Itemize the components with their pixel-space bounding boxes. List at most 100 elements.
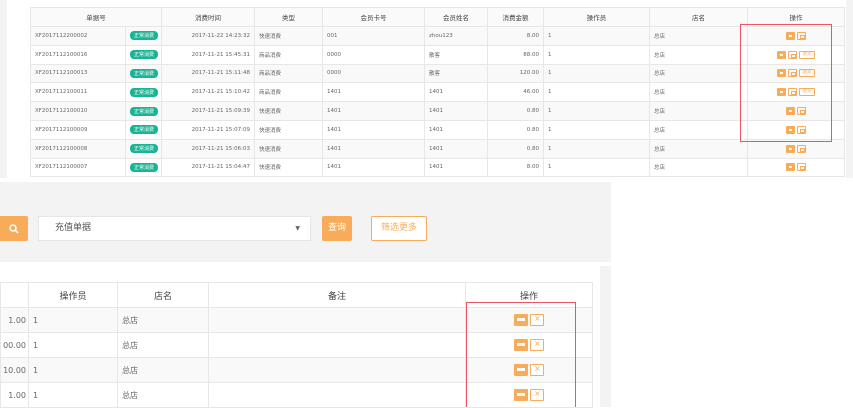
store-name: 总店 [649,82,748,103]
consume-type: 商品消费 [254,44,323,65]
status-badge: 正常消费 [130,144,159,154]
col-header-store: 店名 [117,282,209,308]
member-name: zhou123 [424,26,488,46]
consume-time: 2017-11-21 15:07:09 [161,119,255,140]
consume-type: 快速消费 [254,138,323,159]
amount-partial: 1.00 [0,307,29,333]
print-icon[interactable] [514,389,528,401]
print-icon[interactable] [514,314,528,326]
store-name: 总店 [649,138,748,159]
action-cell [747,138,845,159]
store-name: 总店 [117,357,209,383]
remark [208,332,466,358]
member-card: 1401 [322,101,425,121]
member-name: 1401 [424,82,488,103]
col-header-store: 店名 [649,7,748,27]
print-icon[interactable] [514,364,528,376]
member-name: 1401 [424,119,488,140]
member-card: 0000 [322,44,425,65]
table-row: XF2017112100016 正常消费 2017-11-21 15:45:31 商品… [30,44,845,65]
refund-button[interactable]: 退货 [799,88,815,97]
store-name: 总店 [649,119,748,140]
cancel-calendar-icon[interactable] [530,389,544,401]
search-button[interactable] [0,216,28,241]
cancel-calendar-icon[interactable] [530,364,544,376]
calendar-icon[interactable] [788,88,797,97]
filter-panel: 充值单据 ▼ 查询 筛选更多 [0,182,611,262]
status-badge: 正常消费 [130,162,159,172]
action-cell: 退货 [747,44,845,65]
status-badge: 正常消费 [130,87,159,97]
table-row: XF2017112100008 正常消费 2017-11-21 15:06:03 快速… [30,138,845,159]
bill-type-select-value: 充值单据 [55,223,92,233]
member-name: 散客 [424,63,488,84]
table-row: 1.00 1 总店 [0,307,593,333]
calendar-icon[interactable] [788,69,797,78]
cancel-calendar-icon[interactable] [530,339,544,351]
recharge-list-card: 操作员 店名 备注 操作 1.001总店00.001总店10.001总店1.00… [0,266,600,408]
amount: 0.80 [487,101,544,121]
bill-id: XF2017112100013 [30,63,126,84]
query-button[interactable]: 查询 [322,216,352,241]
status-badge: 正常消费 [130,31,159,41]
col-header-action: 操作 [747,7,845,27]
operator: 1 [28,382,118,408]
operator: 1 [543,63,650,84]
print-icon[interactable] [786,144,795,153]
print-icon[interactable] [786,107,795,116]
store-name: 总店 [117,332,209,358]
operator: 1 [28,332,118,358]
store-name: 总店 [649,157,748,178]
calendar-icon[interactable] [797,163,806,172]
print-icon[interactable] [786,163,795,172]
action-cell: 退货 [747,82,845,103]
bill-id: XF2017112100016 [30,44,126,65]
member-name: 1401 [424,101,488,121]
status-badge: 正常消费 [130,50,159,60]
member-name: 散客 [424,44,488,65]
col-header-operator: 操作员 [543,7,650,27]
bill-id: XF2017112100007 [30,157,126,178]
amount-partial: 1.00 [0,382,29,408]
print-icon[interactable] [514,339,528,351]
consume-time: 2017-11-22 14:23:32 [161,26,255,46]
calendar-icon[interactable] [788,50,797,59]
store-name: 总店 [649,101,748,121]
table-row: XF2017112100010 正常消费 2017-11-21 15:09:39 快速… [30,101,845,121]
consumption-list-card: 单据号 消费时间 类型 会员卡号 会员姓名 消费金额 操作员 店名 操作 XF2… [7,0,846,178]
print-icon[interactable] [786,31,795,40]
consume-type: 商品消费 [254,82,323,103]
consume-type: 快速消费 [254,101,323,121]
consume-time: 2017-11-21 15:11:48 [161,63,255,84]
action-cell [747,157,845,178]
print-icon[interactable] [777,50,786,59]
operator: 1 [543,101,650,121]
table-header-row: 操作员 店名 备注 操作 [0,282,593,308]
more-filters-button[interactable]: 筛选更多 [371,216,427,241]
action-cell: 退货 [747,63,845,84]
amount: 8.00 [487,26,544,46]
cancel-calendar-icon[interactable] [530,314,544,326]
calendar-icon[interactable] [797,125,806,134]
bill-id: XF2017112100009 [30,119,126,140]
operator: 1 [28,307,118,333]
action-cell [747,101,845,121]
table-row: XF2017112200002 正常消费 2017-11-22 14:23:32 快速… [30,26,845,46]
col-header-name: 会员姓名 [424,7,488,27]
refund-button[interactable]: 退货 [799,50,815,59]
calendar-icon[interactable] [797,31,806,40]
member-card: 1401 [322,157,425,178]
col-header-time: 消费时间 [161,7,255,27]
consume-time: 2017-11-21 15:09:39 [161,101,255,121]
calendar-icon[interactable] [797,107,806,116]
bill-type-select[interactable]: 充值单据 ▼ [38,216,311,241]
calendar-icon[interactable] [797,144,806,153]
operator: 1 [543,138,650,159]
dropdown-arrow-icon: ▼ [295,225,300,232]
amount: 0.80 [487,119,544,140]
print-icon[interactable] [786,125,795,134]
print-icon[interactable] [777,88,786,97]
refund-button[interactable]: 退货 [799,69,815,78]
print-icon[interactable] [777,69,786,78]
bill-id: XF2017112100008 [30,138,126,159]
